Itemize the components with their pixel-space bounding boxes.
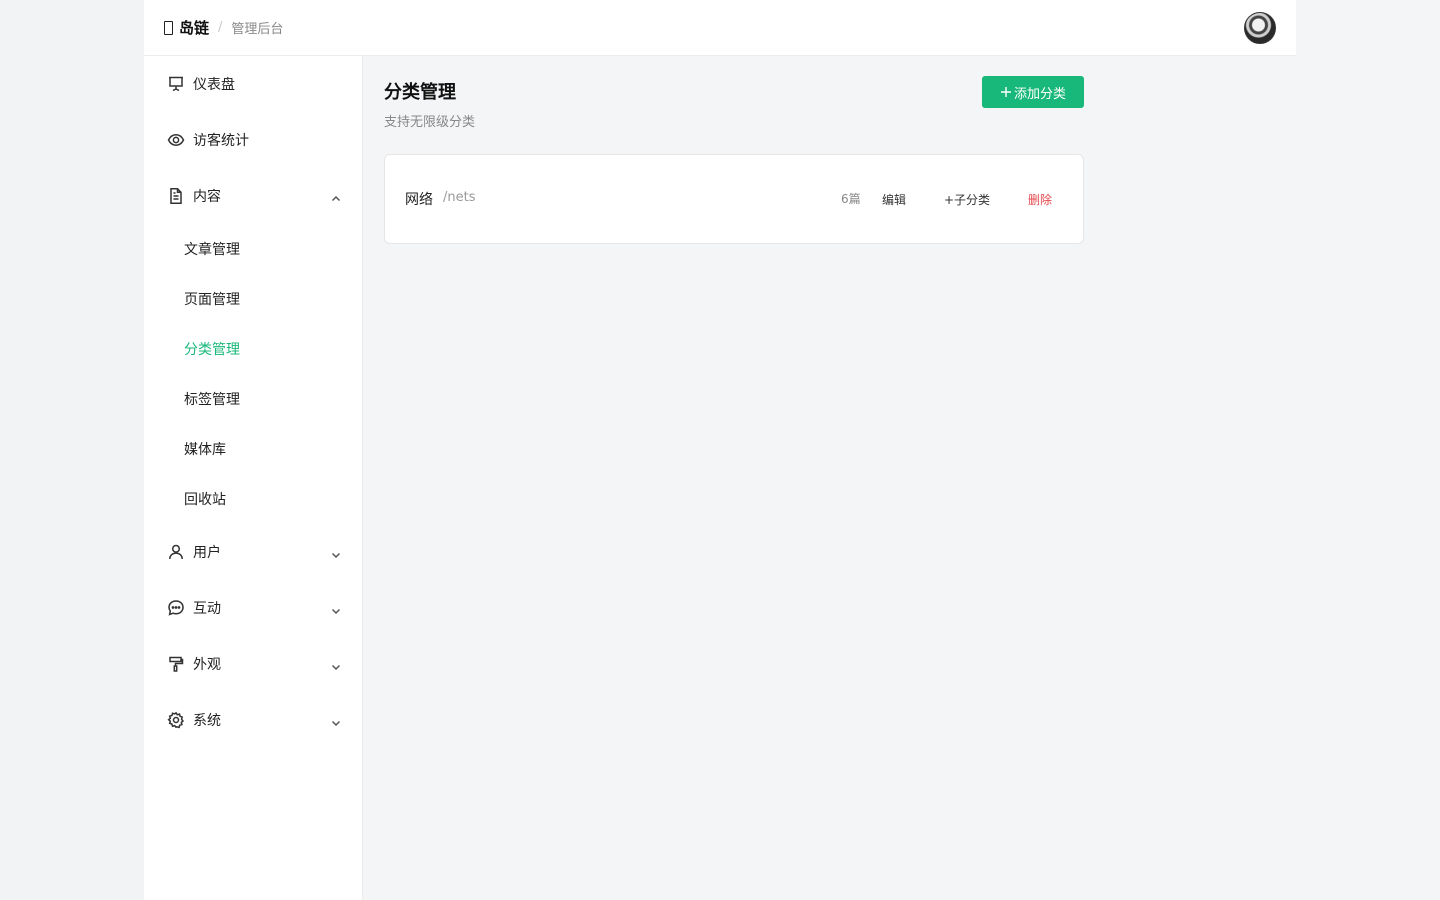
brand-name: 岛链 [179, 19, 210, 37]
gear-icon [167, 711, 185, 729]
sidebar-item-label: 外观 [193, 657, 221, 673]
page-subtitle: 支持无限级分类 [384, 115, 476, 130]
sidebar-item-content[interactable]: 内容 [144, 176, 363, 216]
category-list-card: 网络 /nets 6篇 编辑 +子分类 删除 [384, 154, 1084, 244]
sidebar-subitem-media[interactable]: 媒体库 [144, 431, 363, 467]
document-icon [167, 187, 185, 205]
chevron-down-icon [330, 658, 342, 671]
eye-icon [167, 131, 185, 149]
presentation-board-icon [167, 75, 185, 93]
sidebar-subitem-label: 标签管理 [184, 392, 240, 408]
sidebar-item-visitors[interactable]: 访客统计 [144, 120, 363, 160]
sidebar-subitem-label: 文章管理 [184, 242, 240, 258]
sidebar-item-users[interactable]: 用户 [144, 532, 363, 572]
brand-logo-icon [164, 20, 173, 35]
add-subcategory-button[interactable]: +子分类 [944, 191, 990, 208]
delete-category-button[interactable]: 删除 [1028, 191, 1052, 208]
category-row: 网络 /nets 6篇 编辑 +子分类 删除 [405, 189, 1065, 209]
sidebar: 仪表盘 访客统计 内容 文章管理 页面管理 分类管理 标签管理 媒体库 回收站 [144, 56, 363, 900]
sidebar-subitem-label: 页面管理 [184, 292, 240, 308]
page-margin-left [0, 0, 144, 900]
category-slug: /nets [443, 190, 476, 205]
plus-icon [1000, 86, 1012, 98]
sidebar-item-appearance[interactable]: 外观 [144, 644, 363, 684]
sidebar-subitem-label: 分类管理 [184, 342, 240, 358]
sidebar-item-interaction[interactable]: 互动 [144, 588, 363, 628]
chat-bubble-icon [167, 599, 185, 617]
user-avatar[interactable] [1244, 12, 1276, 44]
sidebar-item-label: 互动 [193, 601, 221, 617]
add-category-label: 添加分类 [1013, 86, 1066, 102]
sidebar-subitem-tags[interactable]: 标签管理 [144, 381, 363, 417]
top-header: 岛链 / 管理后台 [144, 0, 1296, 56]
category-name: 网络 [405, 192, 433, 208]
chevron-down-icon [330, 602, 342, 615]
sidebar-subitem-trash[interactable]: 回收站 [144, 481, 363, 517]
page-title: 分类管理 [384, 82, 456, 103]
edit-category-button[interactable]: 编辑 [882, 191, 906, 208]
chevron-up-icon [330, 190, 342, 202]
sidebar-subitem-label: 媒体库 [184, 442, 226, 458]
sidebar-subitem-pages[interactable]: 页面管理 [144, 281, 363, 317]
sidebar-item-label: 用户 [193, 545, 221, 561]
chevron-down-icon [330, 714, 342, 727]
page-margin-right [1296, 0, 1440, 900]
sidebar-item-dashboard[interactable]: 仪表盘 [144, 64, 363, 104]
sidebar-subitem-articles[interactable]: 文章管理 [144, 231, 363, 267]
category-post-count: 6篇 [841, 192, 861, 206]
add-category-button[interactable]: 添加分类 [982, 76, 1084, 108]
sidebar-item-label: 访客统计 [193, 133, 249, 149]
brand[interactable]: 岛链 / 管理后台 [164, 17, 283, 38]
user-icon [167, 543, 185, 561]
sidebar-subitem-categories[interactable]: 分类管理 [144, 331, 363, 367]
sidebar-subitem-label: 回收站 [184, 492, 226, 508]
chevron-down-icon [330, 546, 342, 559]
sidebar-item-label: 系统 [193, 713, 221, 729]
sidebar-item-system[interactable]: 系统 [144, 700, 363, 740]
paint-roller-icon [167, 655, 185, 673]
sidebar-item-label: 仪表盘 [193, 77, 235, 93]
brand-separator: / [218, 20, 223, 35]
brand-subtitle: 管理后台 [231, 22, 284, 37]
sidebar-item-label: 内容 [193, 189, 221, 205]
